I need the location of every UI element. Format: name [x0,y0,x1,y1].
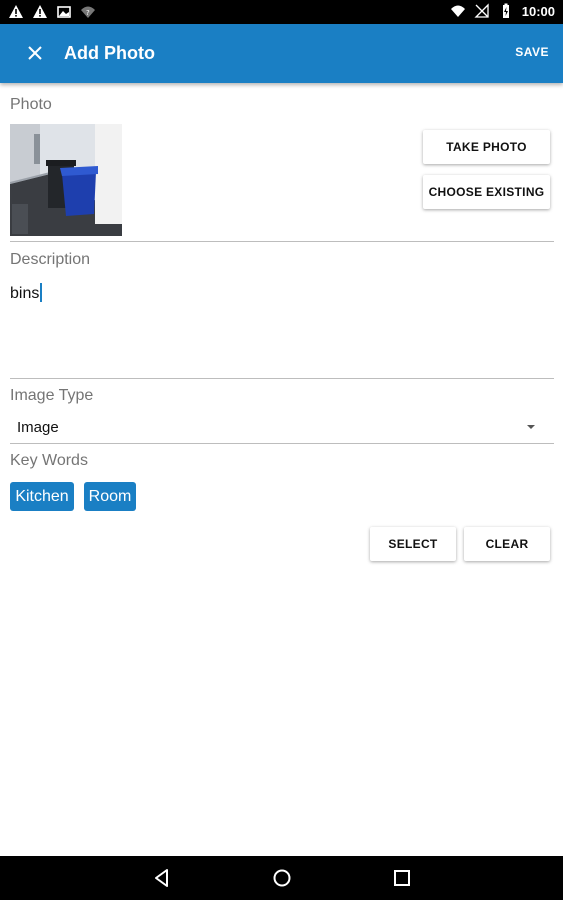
svg-text:?: ? [86,9,90,17]
image-type-underline [10,443,554,444]
wifi-question-icon: ? [81,6,95,18]
text-cursor [40,283,43,302]
image-type-value: Image [17,419,59,436]
status-bar-left: ? [8,4,96,20]
close-button[interactable] [20,38,50,68]
close-icon [28,46,42,60]
warning-icon [9,5,23,18]
image-icon [57,6,71,18]
description-label: Description [10,251,91,268]
dropdown-arrow-icon [527,425,535,429]
description-value: bins [10,285,40,302]
status-bar: ? 10:00 [0,0,563,24]
app-bar: Add Photo SAVE [0,24,563,83]
back-icon[interactable] [150,866,174,890]
status-time: 10:00 [521,3,555,19]
image-type-select[interactable] [10,410,554,442]
photo-label: Photo [10,96,52,113]
wifi-icon [450,5,465,17]
choose-existing-button[interactable]: CHOOSE EXISTING [423,175,550,209]
take-photo-button[interactable]: TAKE PHOTO [423,130,550,164]
page-title: Add Photo [64,43,155,63]
navigation-bar [0,856,563,900]
status-bar-right: 10:00 [450,3,555,19]
description-underline [10,378,554,379]
signal-off-icon [474,3,489,18]
divider [10,241,554,242]
recents-icon[interactable] [390,866,414,890]
photo-image [10,124,122,236]
key-words-label: Key Words [10,452,88,469]
clear-button[interactable]: CLEAR [464,527,550,561]
photo-thumbnail[interactable] [10,124,122,236]
battery-charging-icon [502,3,509,18]
image-type-label: Image Type [10,387,94,404]
keyword-chip-room[interactable]: Room [84,482,136,511]
description-field[interactable]: bins [10,283,43,303]
warning-icon [33,5,47,18]
select-button[interactable]: SELECT [370,527,456,561]
home-icon[interactable] [270,866,294,890]
keyword-chip-kitchen[interactable]: Kitchen [10,482,74,511]
save-button[interactable]: SAVE [515,45,549,59]
